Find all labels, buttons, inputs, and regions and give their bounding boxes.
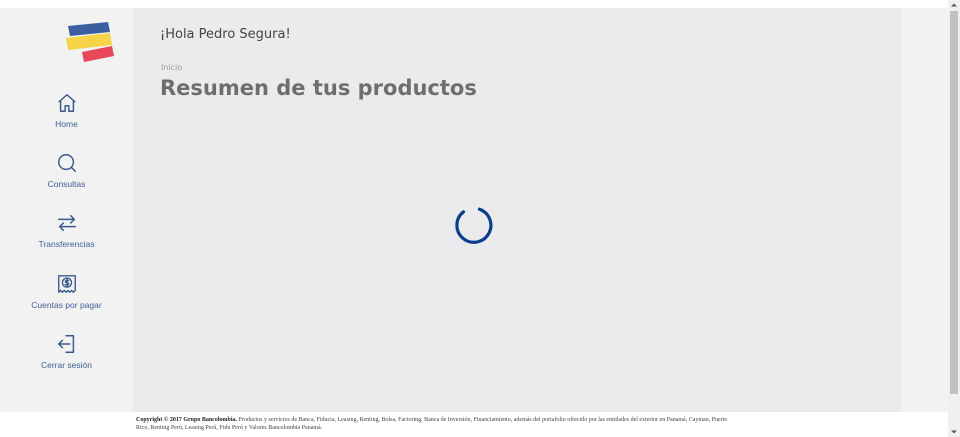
sidebar-item-label: Home (55, 119, 78, 129)
app-page: Home Consultas Transferencias Cuentas po… (0, 0, 960, 437)
sidebar: Home Consultas Transferencias Cuentas po… (0, 8, 133, 412)
scroll-down-arrow-icon[interactable] (948, 427, 960, 437)
page-title: Resumen de tus productos (160, 76, 477, 100)
transfer-arrows-icon (57, 214, 76, 232)
vertical-scrollbar[interactable] (948, 0, 960, 437)
sidebar-item-cuentas-por-pagar[interactable]: Cuentas por pagar (0, 273, 133, 310)
home-icon (57, 94, 76, 112)
scrollbar-thumb[interactable] (950, 11, 958, 394)
sidebar-item-cerrar-sesion[interactable]: Cerrar sesión (0, 333, 133, 370)
sidebar-item-label: Cerrar sesión (40, 360, 93, 370)
scroll-up-arrow-icon[interactable] (948, 0, 960, 10)
sidebar-item-transferencias[interactable]: Transferencias (0, 212, 133, 249)
breadcrumb[interactable]: Inicio (161, 63, 182, 72)
main-content: ¡Hola Pedro Segura! Inicio Resumen de tu… (133, 8, 901, 412)
bancolombia-logo[interactable] (64, 18, 116, 64)
search-icon (57, 154, 76, 172)
top-strip (0, 0, 948, 8)
sidebar-item-label: Consultas (47, 179, 86, 189)
right-gutter (901, 8, 948, 412)
sidebar-item-consultas[interactable]: Consultas (0, 152, 133, 189)
greeting: ¡Hola Pedro Segura! (160, 27, 291, 42)
loading-spinner-icon (455, 207, 493, 244)
copyright-bold: Copyright © 2017 Grupo Bancolombia. (136, 417, 237, 423)
bill-dollar-icon (57, 275, 76, 293)
footer-copyright: Copyright © 2017 Grupo Bancolombia. Prod… (136, 417, 736, 432)
logout-icon (57, 335, 74, 353)
sidebar-item-label: Transferencias (38, 239, 95, 249)
footer: Copyright © 2017 Grupo Bancolombia. Prod… (0, 412, 948, 437)
sidebar-item-label: Cuentas por pagar (31, 300, 102, 310)
sidebar-item-home[interactable]: Home (0, 92, 133, 129)
